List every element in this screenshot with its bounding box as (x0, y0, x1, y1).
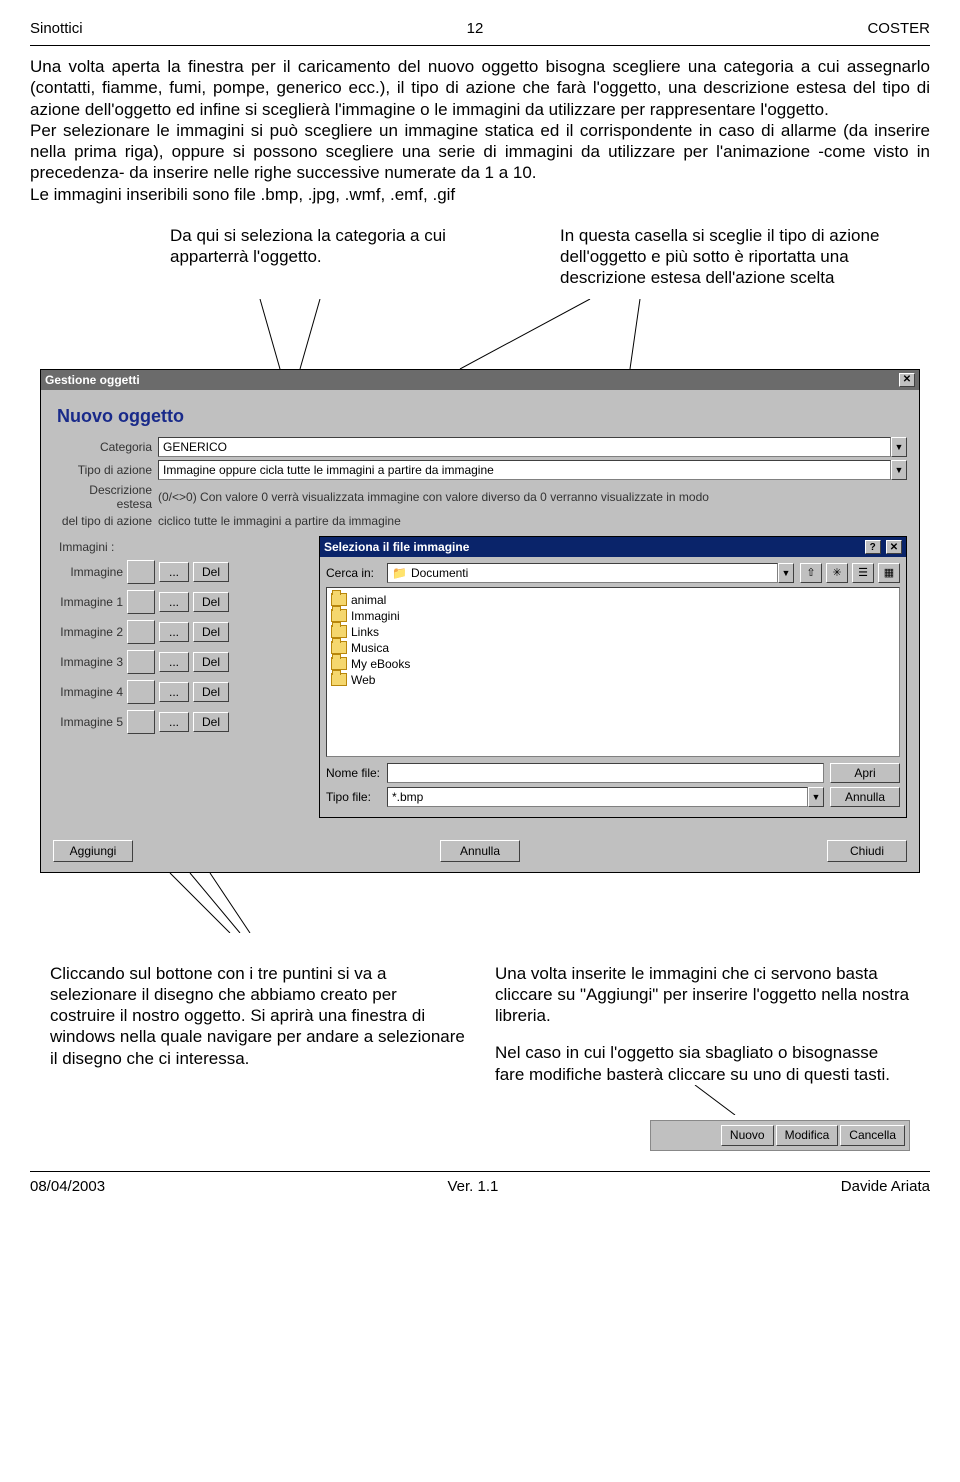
annulla-button[interactable]: Annulla (440, 840, 520, 862)
dialog-title: Gestione oggetti (45, 373, 140, 387)
footer-center: Ver. 1.1 (447, 1178, 498, 1195)
folder-item[interactable]: Web (331, 672, 895, 688)
callout-action-type: In questa casella si sceglie il tipo di … (560, 225, 910, 289)
details-view-icon[interactable]: ▦ (878, 563, 900, 583)
image-row-label: Immagine 4 (53, 685, 123, 699)
titlebar: Gestione oggetti ✕ (41, 370, 919, 390)
del-button[interactable]: Del (193, 652, 229, 672)
image-preview[interactable] (127, 560, 155, 584)
folder-icon (331, 673, 347, 686)
folder-icon (331, 625, 347, 638)
tipo-file-label: Tipo file: (326, 790, 381, 804)
image-row-label: Immagine 1 (53, 595, 123, 609)
header-center: 12 (467, 20, 484, 37)
categoria-field[interactable]: GENERICO (158, 437, 891, 457)
annulla-file-button[interactable]: Annulla (830, 787, 900, 807)
browse-button[interactable]: ... (159, 562, 189, 582)
cancella-button[interactable]: Cancella (840, 1125, 905, 1146)
folder-item[interactable]: My eBooks (331, 656, 895, 672)
chevron-down-icon[interactable]: ▼ (891, 460, 907, 480)
help-icon[interactable]: ? (865, 540, 881, 554)
cerca-in-label: Cerca in: (326, 566, 381, 580)
categoria-label: Categoria (53, 440, 158, 454)
browse-button[interactable]: ... (159, 682, 189, 702)
image-row-label: Immagine (53, 565, 123, 579)
image-preview[interactable] (127, 710, 155, 734)
list-view-icon[interactable]: ☰ (852, 563, 874, 583)
close-icon[interactable]: ✕ (899, 373, 915, 387)
chevron-down-icon[interactable]: ▼ (891, 437, 907, 457)
browse-button[interactable]: ... (159, 592, 189, 612)
image-preview[interactable] (127, 680, 155, 704)
del-button[interactable]: Del (193, 562, 229, 582)
descrizione-label-2: del tipo di azione (53, 514, 158, 528)
cerca-in-field[interactable]: 📁Documenti (387, 563, 778, 583)
new-folder-icon[interactable]: ✳ (826, 563, 848, 583)
image-row-label: Immagine 3 (53, 655, 123, 669)
browse-button[interactable]: ... (159, 652, 189, 672)
folder-icon (331, 657, 347, 670)
aggiungi-button[interactable]: Aggiungi (53, 840, 133, 862)
image-row-label: Immagine 2 (53, 625, 123, 639)
header-right: COSTER (867, 20, 930, 37)
tipo-azione-field[interactable]: Immagine oppure cicla tutte le immagini … (158, 460, 891, 480)
folder-icon (331, 609, 347, 622)
image-row-label: Immagine 5 (53, 715, 123, 729)
browse-button[interactable]: ... (159, 712, 189, 732)
folder-item[interactable]: Immagini (331, 608, 895, 624)
folder-icon (331, 641, 347, 654)
chevron-down-icon[interactable]: ▼ (808, 787, 824, 807)
image-preview[interactable] (127, 650, 155, 674)
folder-item[interactable]: Musica (331, 640, 895, 656)
browse-button[interactable]: ... (159, 622, 189, 642)
file-dialog: Seleziona il file immagine ? ✕ Cerca in:… (319, 536, 907, 818)
footer-right: Davide Ariata (841, 1178, 930, 1195)
file-listing[interactable]: animalImmaginiLinksMusicaMy eBooksWeb (326, 587, 900, 757)
folder-item[interactable]: Links (331, 624, 895, 640)
nuovo-button[interactable]: Nuovo (721, 1125, 774, 1146)
image-preview[interactable] (127, 620, 155, 644)
file-dialog-title: Seleziona il file immagine (324, 540, 469, 554)
up-folder-icon[interactable]: ⇧ (800, 563, 822, 583)
header-left: Sinottici (30, 20, 83, 37)
chevron-down-icon[interactable]: ▼ (778, 563, 794, 583)
callout-category: Da qui si seleziona la categoria a cui a… (170, 225, 520, 289)
callout-aggiungi: Una volta inserite le immagini che ci se… (495, 963, 910, 1027)
descrizione-text-2: ciclico tutte le immagini a partire da i… (158, 514, 907, 528)
del-button[interactable]: Del (193, 592, 229, 612)
descrizione-text: (0/<>0) Con valore 0 verrà visualizzata … (158, 490, 907, 504)
tipo-azione-label: Tipo di azione (53, 463, 158, 477)
pointer-lines-top (30, 299, 930, 369)
close-icon[interactable]: ✕ (886, 540, 902, 554)
dialog-gestione-oggetti: Gestione oggetti ✕ Nuovo oggetto Categor… (40, 369, 920, 873)
nome-file-label: Nome file: (326, 766, 381, 780)
immagini-label: Immagini : (59, 540, 313, 554)
pointer-line-small (495, 1085, 795, 1115)
callout-dots-button: Cliccando sul bottone con i tre puntini … (50, 963, 465, 1152)
del-button[interactable]: Del (193, 622, 229, 642)
folder-item[interactable]: animal (331, 592, 895, 608)
del-button[interactable]: Del (193, 712, 229, 732)
nome-file-field[interactable] (387, 763, 824, 783)
tipo-file-field[interactable]: *.bmp (387, 787, 808, 807)
callout-modify: Nel caso in cui l'oggetto sia sbagliato … (495, 1042, 910, 1085)
footer-left: 08/04/2003 (30, 1178, 105, 1195)
pointer-lines-bottom (30, 873, 930, 933)
del-button[interactable]: Del (193, 682, 229, 702)
image-preview[interactable] (127, 590, 155, 614)
body-text: Una volta aperta la finestra per il cari… (30, 56, 930, 205)
section-title: Nuovo oggetto (57, 406, 907, 427)
chiudi-button[interactable]: Chiudi (827, 840, 907, 862)
apri-button[interactable]: Apri (830, 763, 900, 783)
descrizione-label: Descrizione estesa (53, 483, 158, 511)
folder-icon (331, 593, 347, 606)
modifica-button[interactable]: Modifica (776, 1125, 839, 1146)
